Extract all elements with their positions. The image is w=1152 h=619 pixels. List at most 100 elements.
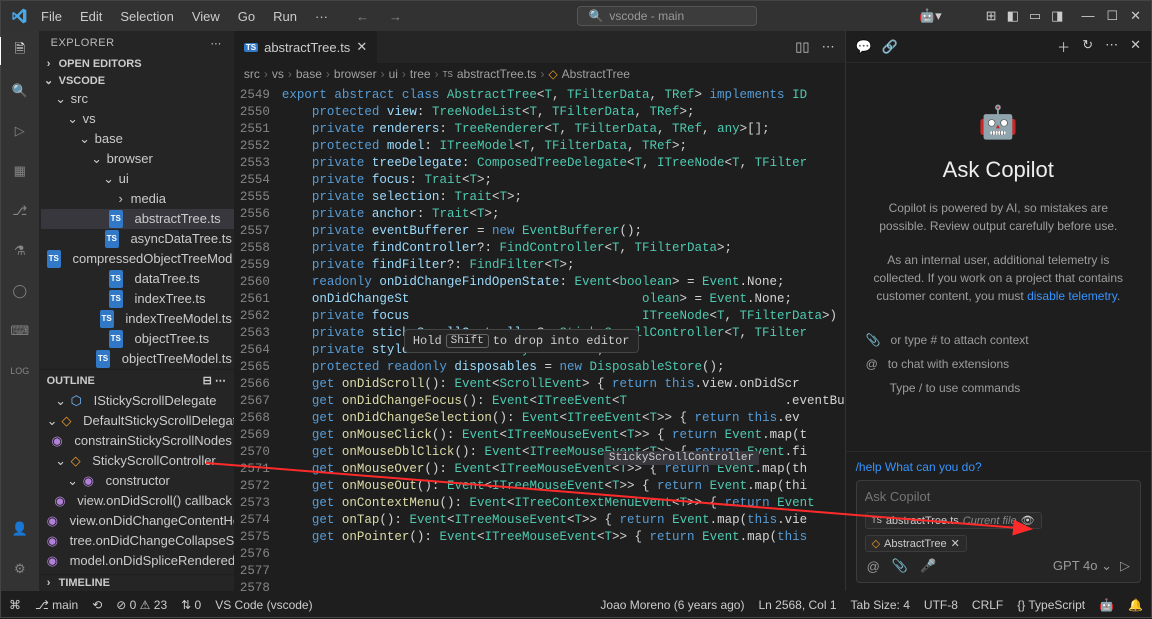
- activity-explorer-icon[interactable]: 🗎: [6, 37, 34, 65]
- open-editors-section[interactable]: ›OPEN EDITORS: [39, 56, 234, 72]
- outline-collapse-icon[interactable]: ⊟: [203, 375, 212, 387]
- status-lang[interactable]: {} TypeScript: [1017, 598, 1085, 612]
- menu-go[interactable]: Go: [230, 5, 263, 28]
- timeline-section[interactable]: ›TIMELINE: [39, 574, 234, 591]
- status-remote-icon[interactable]: ⌘: [9, 598, 21, 612]
- chip-eye-icon[interactable]: 👁: [1021, 514, 1035, 527]
- status-sync-icon[interactable]: ⟲: [92, 598, 102, 612]
- tab-abstractTree[interactable]: TS abstractTree.ts ✕: [234, 31, 378, 63]
- status-tabsize[interactable]: Tab Size: 4: [851, 598, 910, 612]
- layout-icon-3[interactable]: ▭: [1029, 8, 1041, 24]
- window-maximize-icon[interactable]: ☐: [1106, 8, 1118, 24]
- status-errors[interactable]: ⊘ 0 ⚠ 23: [116, 598, 167, 612]
- activity-run-icon[interactable]: ▷: [6, 117, 34, 145]
- activity-remote-icon[interactable]: ⌨: [6, 317, 34, 345]
- copilot-mic-icon[interactable]: 🎤: [920, 558, 936, 574]
- file-dataTree[interactable]: TS dataTree.ts: [41, 269, 234, 289]
- outline-more-icon[interactable]: ⋯: [215, 375, 226, 387]
- menu-run[interactable]: Run: [265, 5, 305, 28]
- context-chip-symbol[interactable]: ◇AbstractTree ✕: [865, 535, 967, 552]
- folder-browser[interactable]: ⌄browser: [41, 149, 234, 169]
- copilot-more-icon[interactable]: ⋯: [1105, 37, 1118, 56]
- outline-cb-scroll[interactable]: ◉ view.onDidScroll() callback: [41, 491, 234, 511]
- menu-more[interactable]: ···: [307, 5, 336, 28]
- activity-scm-icon[interactable]: ⎇: [6, 197, 34, 225]
- outline-interface[interactable]: ⌄⬡ IStickyScrollDelegate: [41, 391, 234, 411]
- file-objectTreeModel[interactable]: TS objectTreeModel.ts: [41, 349, 234, 369]
- file-compressed[interactable]: TS compressedObjectTreeMod…: [41, 249, 234, 269]
- folder-ui[interactable]: ⌄ui: [41, 169, 234, 189]
- copilot-input[interactable]: [865, 489, 1132, 504]
- window-close-icon[interactable]: ✕: [1130, 8, 1141, 24]
- drop-tooltip: Hold Shift to drop into editor: [404, 329, 639, 353]
- layout-icon-1[interactable]: ⊞: [986, 8, 997, 24]
- activity-settings-icon[interactable]: ⚙: [6, 555, 34, 583]
- copilot-model[interactable]: GPT 4o ⌄: [1053, 558, 1112, 574]
- folder-src[interactable]: ⌄src: [41, 89, 234, 109]
- folder-vs[interactable]: ⌄vs: [41, 109, 234, 129]
- outline-method-constrain[interactable]: ◉ constrainStickyScrollNodes: [41, 431, 234, 451]
- command-center[interactable]: 🔍 vscode - main: [577, 6, 757, 26]
- copilot-help-link[interactable]: /help What can you do?: [856, 460, 1141, 474]
- chip-remove-icon[interactable]: ✕: [951, 537, 960, 550]
- file-asyncDataTree[interactable]: TS asyncDataTree.ts: [41, 229, 234, 249]
- window-minimize-icon[interactable]: —: [1081, 8, 1094, 24]
- copilot-link-icon[interactable]: 🔗: [882, 39, 898, 55]
- file-indexTreeModel[interactable]: TS indexTreeModel.ts: [41, 309, 234, 329]
- activity-test-icon[interactable]: ⚗: [6, 237, 34, 265]
- copilot-send-icon[interactable]: ▷: [1120, 558, 1130, 574]
- activity-search-icon[interactable]: 🔍: [6, 77, 34, 105]
- status-encoding[interactable]: UTF-8: [924, 598, 958, 612]
- tab-close-icon[interactable]: ✕: [356, 39, 367, 55]
- file-indexTree[interactable]: TS indexTree.ts: [41, 289, 234, 309]
- code-editor[interactable]: 2549 2550 2551 2552 2553 2554 2555 2556 …: [234, 85, 845, 591]
- copilot-new-icon[interactable]: ＋: [1057, 37, 1070, 56]
- nav-back-icon[interactable]: ←: [356, 9, 369, 24]
- disable-telemetry-link[interactable]: disable telemetry: [1027, 289, 1117, 303]
- activity-account-icon[interactable]: 👤: [6, 515, 34, 543]
- copilot-at-icon[interactable]: @: [867, 559, 880, 574]
- status-workspace[interactable]: VS Code (vscode): [215, 598, 312, 612]
- status-branch[interactable]: ⎇ main: [35, 598, 78, 612]
- menu-file[interactable]: File: [33, 5, 70, 28]
- copilot-chat-icon[interactable]: 💬: [856, 39, 872, 55]
- context-chip-file[interactable]: TSabstractTree.ts Current file 👁: [865, 512, 1042, 529]
- outline-cb-content[interactable]: ◉ view.onDidChangeContentHei…: [41, 511, 234, 531]
- status-blame[interactable]: Joao Moreno (6 years ago): [600, 598, 744, 612]
- menu-selection[interactable]: Selection: [112, 5, 181, 28]
- editor-more-icon[interactable]: ⋯: [822, 39, 835, 55]
- folder-base[interactable]: ⌄base: [41, 129, 234, 149]
- folder-media[interactable]: ›media: [41, 189, 234, 209]
- outline-class-sticky[interactable]: ⌄◇ StickyScrollController: [41, 451, 234, 471]
- status-bell-icon[interactable]: 🔔: [1128, 598, 1143, 612]
- outline-cb-collapse[interactable]: ◉ tree.onDidChangeCollapseSta…: [41, 531, 234, 551]
- split-editor-icon[interactable]: ▯▯: [795, 39, 809, 55]
- outline-title[interactable]: OUTLINE: [47, 375, 95, 387]
- menu-view[interactable]: View: [184, 5, 228, 28]
- file-objectTree[interactable]: TS objectTree.ts: [41, 329, 234, 349]
- nav-forward-icon[interactable]: →: [389, 9, 402, 24]
- search-icon: 🔍: [588, 9, 603, 23]
- copilot-input-box[interactable]: TSabstractTree.ts Current file 👁 ◇Abstra…: [856, 480, 1141, 583]
- layout-icon-4[interactable]: ◨: [1051, 8, 1063, 24]
- copilot-title-icon[interactable]: 🤖▾: [919, 8, 942, 24]
- status-port[interactable]: ⇅ 0: [181, 598, 201, 612]
- copilot-history-icon[interactable]: ↻: [1082, 37, 1093, 56]
- activity-github-icon[interactable]: ◯: [6, 277, 34, 305]
- status-eol[interactable]: CRLF: [972, 598, 1003, 612]
- menu-edit[interactable]: Edit: [72, 5, 110, 28]
- workspace-root[interactable]: ⌄VSCODE: [39, 72, 234, 89]
- outline-constructor[interactable]: ⌄◉ constructor: [41, 471, 234, 491]
- breadcrumb[interactable]: src› vs› base› browser› ui› tree› TS abs…: [234, 63, 845, 85]
- copilot-attach-icon[interactable]: 📎: [892, 558, 908, 574]
- layout-icon-2[interactable]: ◧: [1007, 8, 1019, 24]
- file-abstractTree[interactable]: TS abstractTree.ts: [41, 209, 234, 229]
- activity-log-icon[interactable]: LOG: [6, 357, 34, 385]
- outline-class-default[interactable]: ⌄◇ DefaultStickyScrollDelegate: [41, 411, 234, 431]
- status-lncol[interactable]: Ln 2568, Col 1: [758, 598, 836, 612]
- explorer-more-icon[interactable]: ⋯: [210, 37, 222, 50]
- copilot-close-icon[interactable]: ✕: [1130, 37, 1141, 56]
- outline-cb-splice[interactable]: ◉ model.onDidSpliceRenderedN…: [41, 551, 234, 571]
- status-copilot-icon[interactable]: 🤖: [1099, 598, 1114, 612]
- activity-extensions-icon[interactable]: ▦: [6, 157, 34, 185]
